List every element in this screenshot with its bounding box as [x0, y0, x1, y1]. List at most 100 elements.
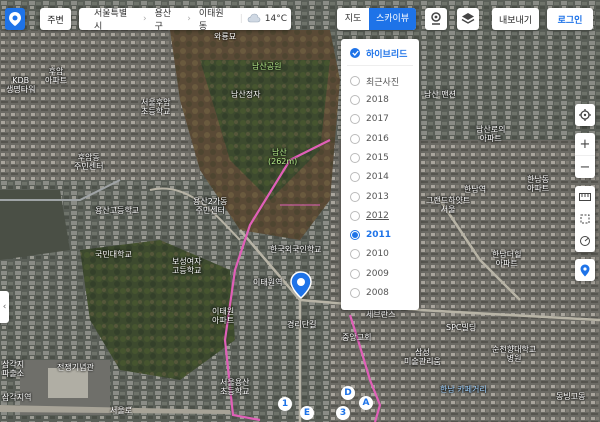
map-label: 그랜드하얏트 서울 [426, 196, 471, 214]
sidebar-toggle-handle[interactable]: ‹ [0, 291, 9, 323]
radio-button [350, 230, 360, 241]
map-type-toggle: 지도 스카이뷰 [337, 8, 416, 30]
year-option[interactable]: 2013 [350, 190, 389, 204]
radio-button [350, 191, 360, 202]
map-label: 후암 아파트 [45, 67, 68, 85]
map-label: 한남동 아파트 [527, 175, 550, 193]
radio-button [350, 76, 360, 86]
map-label: 전쟁기념관 [57, 363, 94, 372]
map-label: 서울용산 초등학교 [220, 378, 250, 396]
radio-button [350, 210, 360, 221]
chevron-left-icon: ‹ [2, 302, 7, 312]
year-option[interactable]: 2016 [350, 132, 389, 146]
breadcrumb-item-district[interactable]: 용산구 [151, 6, 184, 32]
year-option[interactable]: 2012 [350, 209, 389, 223]
year-label: 2015 [366, 152, 389, 163]
breadcrumb: 서울특별시 › 용산구 › 이태원동 | 14°C [79, 6, 291, 32]
area-button[interactable] [575, 208, 595, 230]
map-pin-icon [575, 259, 595, 281]
poi-marker[interactable]: 3 [336, 406, 350, 420]
year-option[interactable]: 2011 [350, 228, 391, 242]
year-label: 최근사진 [366, 77, 400, 88]
divider: | [239, 14, 243, 24]
year-label: 2018 [366, 95, 389, 105]
radio-button [350, 288, 360, 298]
temperature-text: 14°C [264, 14, 287, 24]
zoom-in-button[interactable]: + [575, 133, 595, 156]
pin-tool-button[interactable] [575, 259, 595, 281]
year-label: 2008 [366, 288, 389, 298]
year-option-recent[interactable]: 최근사진 [350, 74, 399, 88]
map-label: 한남 카페거리 [440, 385, 487, 394]
measure-tools [575, 186, 595, 252]
map-label: KDB 생명타워 [6, 76, 36, 94]
year-label: 2014 [366, 172, 389, 183]
year-label: 2016 [366, 133, 389, 144]
year-option[interactable]: 2010 [350, 247, 389, 261]
poi-marker[interactable]: D [341, 386, 355, 400]
map-label: 국민대학교 [95, 250, 132, 259]
year-label: 2013 [366, 191, 389, 202]
map-label: 중앙교회 [342, 333, 372, 342]
divider [347, 65, 413, 66]
streetview-button[interactable] [425, 8, 447, 30]
map-label: 한남더힐 아파트 [492, 250, 522, 268]
breadcrumb-item-city[interactable]: 서울특별시 [79, 6, 139, 32]
map-label: 세브란스 [366, 310, 396, 319]
map-type-satellite-button[interactable]: 스카이뷰 [369, 8, 416, 30]
login-button[interactable]: 로그인 [547, 8, 593, 30]
map-label: 삼성 미술관리움 [404, 348, 441, 366]
map-label: 남산로의 아파트 [476, 125, 506, 143]
hybrid-label: 하이브리드 [366, 49, 408, 60]
export-button[interactable]: 내보내기 [492, 8, 539, 30]
map-label: 한국외국인학교 [270, 245, 322, 254]
zoom-out-button[interactable]: − [575, 156, 595, 178]
ruler-button[interactable] [575, 186, 595, 208]
year-option[interactable]: 2017 [350, 112, 389, 126]
radius-icon [580, 236, 590, 246]
nearby-button[interactable]: 주변 [40, 8, 71, 30]
year-option[interactable]: 2009 [350, 267, 389, 281]
year-label: 2012 [366, 210, 389, 221]
area-icon [580, 214, 590, 224]
map-label: 이태원 아파트 [212, 307, 235, 325]
radius-button[interactable] [575, 230, 595, 252]
year-label: 2009 [366, 268, 389, 279]
poi-marker[interactable]: 1 [278, 397, 292, 411]
year-option[interactable]: 2018 [350, 93, 389, 107]
location-pin[interactable] [290, 271, 312, 300]
radio-button [350, 114, 360, 125]
poi-marker[interactable]: A [359, 396, 373, 410]
map-label: 남산 [272, 148, 287, 157]
login-label: 로그인 [557, 15, 583, 26]
hybrid-toggle[interactable]: 하이브리드 [350, 46, 407, 60]
layers-button[interactable] [457, 8, 479, 30]
map-type-default-button[interactable]: 지도 [337, 8, 369, 30]
locate-button[interactable] [575, 104, 595, 126]
chevron-right-icon: › [143, 14, 147, 24]
layers-icon [461, 13, 475, 24]
streetview-icon [431, 12, 441, 25]
poi-marker[interactable]: E [300, 406, 314, 420]
year-option[interactable]: 2008 [350, 286, 389, 300]
map-label: (262m) [268, 157, 298, 166]
map-label: 보성여자 고등학교 [172, 257, 202, 275]
logo-button[interactable] [5, 8, 25, 30]
map-label: 용산2가동 주민센터 [193, 197, 228, 215]
map-label: 삼각지 파출소 [2, 360, 25, 378]
map-label: 경리단길 [287, 320, 317, 329]
cloud-icon [247, 13, 261, 26]
radio-button [350, 268, 360, 279]
year-option[interactable]: 2014 [350, 170, 389, 184]
map-label: 서울후암 초등학교 [141, 98, 171, 116]
map-label: 동빙고동 [556, 392, 586, 401]
map-label: 용산고등학교 [95, 206, 140, 215]
radio-button [350, 152, 360, 163]
checkbox-checked-icon [350, 48, 360, 58]
year-label: 2011 [366, 230, 392, 241]
map-label: 후암동 주민센터 [74, 153, 104, 171]
map-label: 서울로 [110, 406, 133, 415]
year-option[interactable]: 2015 [350, 151, 389, 165]
map-label: 남산공원 [252, 62, 282, 71]
breadcrumb-item-dong[interactable]: 이태원동 [195, 6, 236, 32]
